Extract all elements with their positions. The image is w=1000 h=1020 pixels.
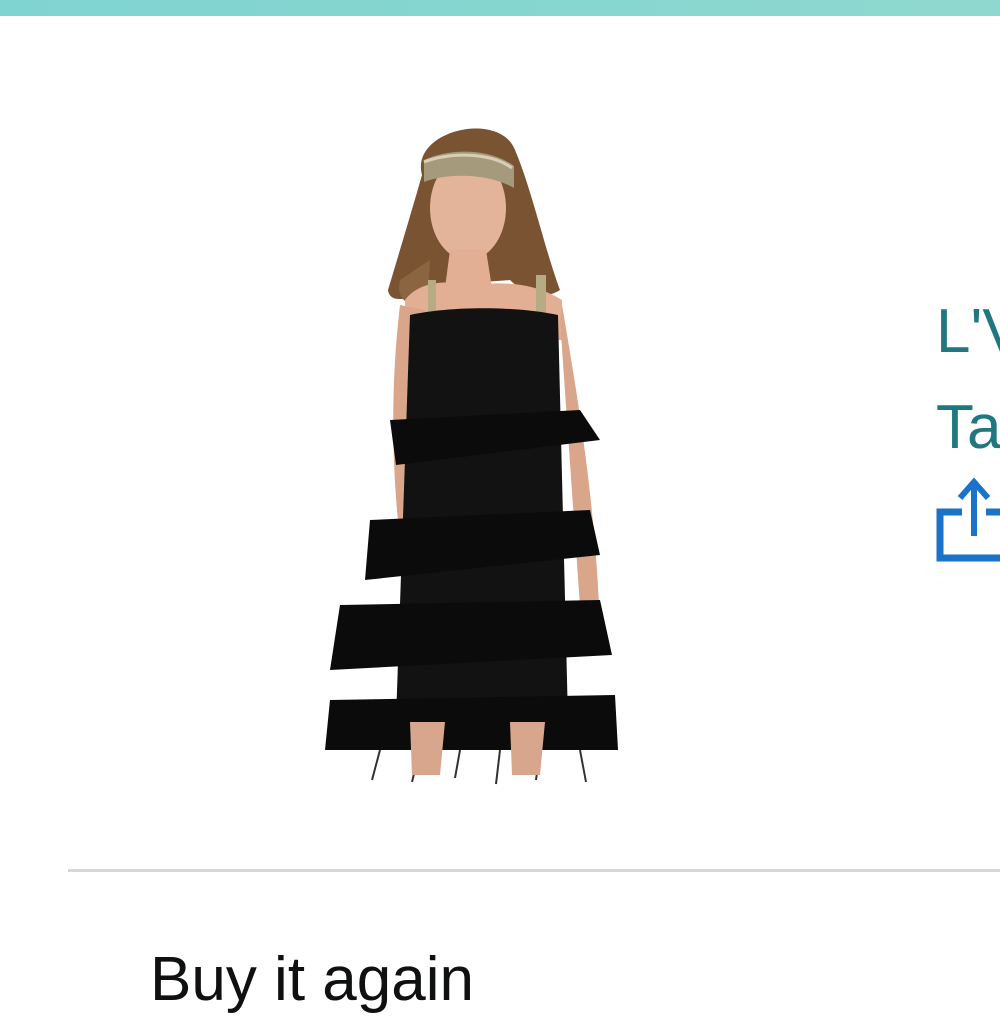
share-icon <box>936 477 1000 562</box>
product-title-line-2: Ta <box>936 393 1000 462</box>
product-photo <box>325 128 618 785</box>
product-image[interactable] <box>300 110 640 790</box>
product-title[interactable]: L'V Ta <box>936 284 1000 476</box>
product-title-line-1: L'V <box>936 297 1000 366</box>
section-divider <box>68 869 1000 872</box>
top-accent-bar <box>0 0 1000 16</box>
buy-it-again-heading: Buy it again <box>150 945 474 1014</box>
share-button[interactable] <box>934 474 1000 570</box>
